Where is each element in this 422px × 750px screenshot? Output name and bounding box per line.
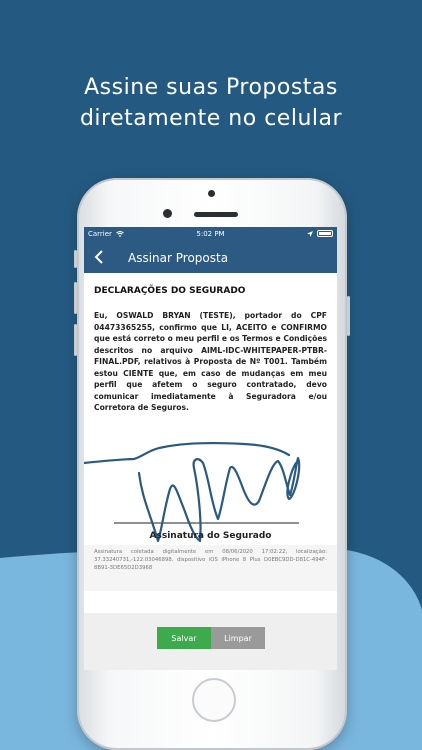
page-title: Assinar Proposta	[128, 251, 229, 265]
earpiece-speaker	[194, 212, 238, 217]
home-button[interactable]	[192, 678, 236, 722]
phone-frame: Carrier 5:02 PM Assinar Proposta DECLARA…	[74, 178, 350, 750]
sensor-icon	[163, 209, 172, 218]
promo-headline: Assine suas Propostas diretamente no cel…	[0, 72, 422, 134]
phone-screen: Carrier 5:02 PM Assinar Proposta DECLARA…	[84, 227, 337, 670]
headline-line-1: Assine suas Propostas	[84, 75, 338, 100]
signature-stroke	[84, 441, 301, 543]
signature-label: Assinatura do Segurado	[149, 531, 272, 541]
volume-up-button	[74, 282, 77, 314]
volume-down-button	[74, 324, 77, 356]
mute-switch	[74, 250, 77, 268]
signature-metadata-text: Assinatura coletada digitalmente em 08/0…	[94, 549, 327, 571]
clear-button[interactable]: Limpar	[211, 627, 265, 649]
app-navbar: Assinar Proposta	[84, 243, 337, 273]
declaration-card: DECLARAÇÕES DO SEGURADO Eu, OSWALD BRYAN…	[84, 273, 337, 613]
power-button	[347, 296, 350, 336]
headline-line-2: diretamente no celular	[79, 106, 343, 131]
action-bar: Salvar Limpar	[84, 627, 337, 651]
chevron-left-icon[interactable]	[94, 247, 104, 269]
save-button[interactable]: Salvar	[157, 627, 211, 649]
location-icon	[307, 230, 313, 237]
battery-icon	[317, 230, 333, 237]
signature-metadata: Assinatura coletada digitalmente em 08/0…	[84, 545, 337, 591]
front-camera-icon	[208, 190, 215, 197]
status-time: 5:02 PM	[196, 230, 225, 238]
status-bar: Carrier 5:02 PM	[84, 227, 337, 243]
status-right	[307, 230, 333, 237]
